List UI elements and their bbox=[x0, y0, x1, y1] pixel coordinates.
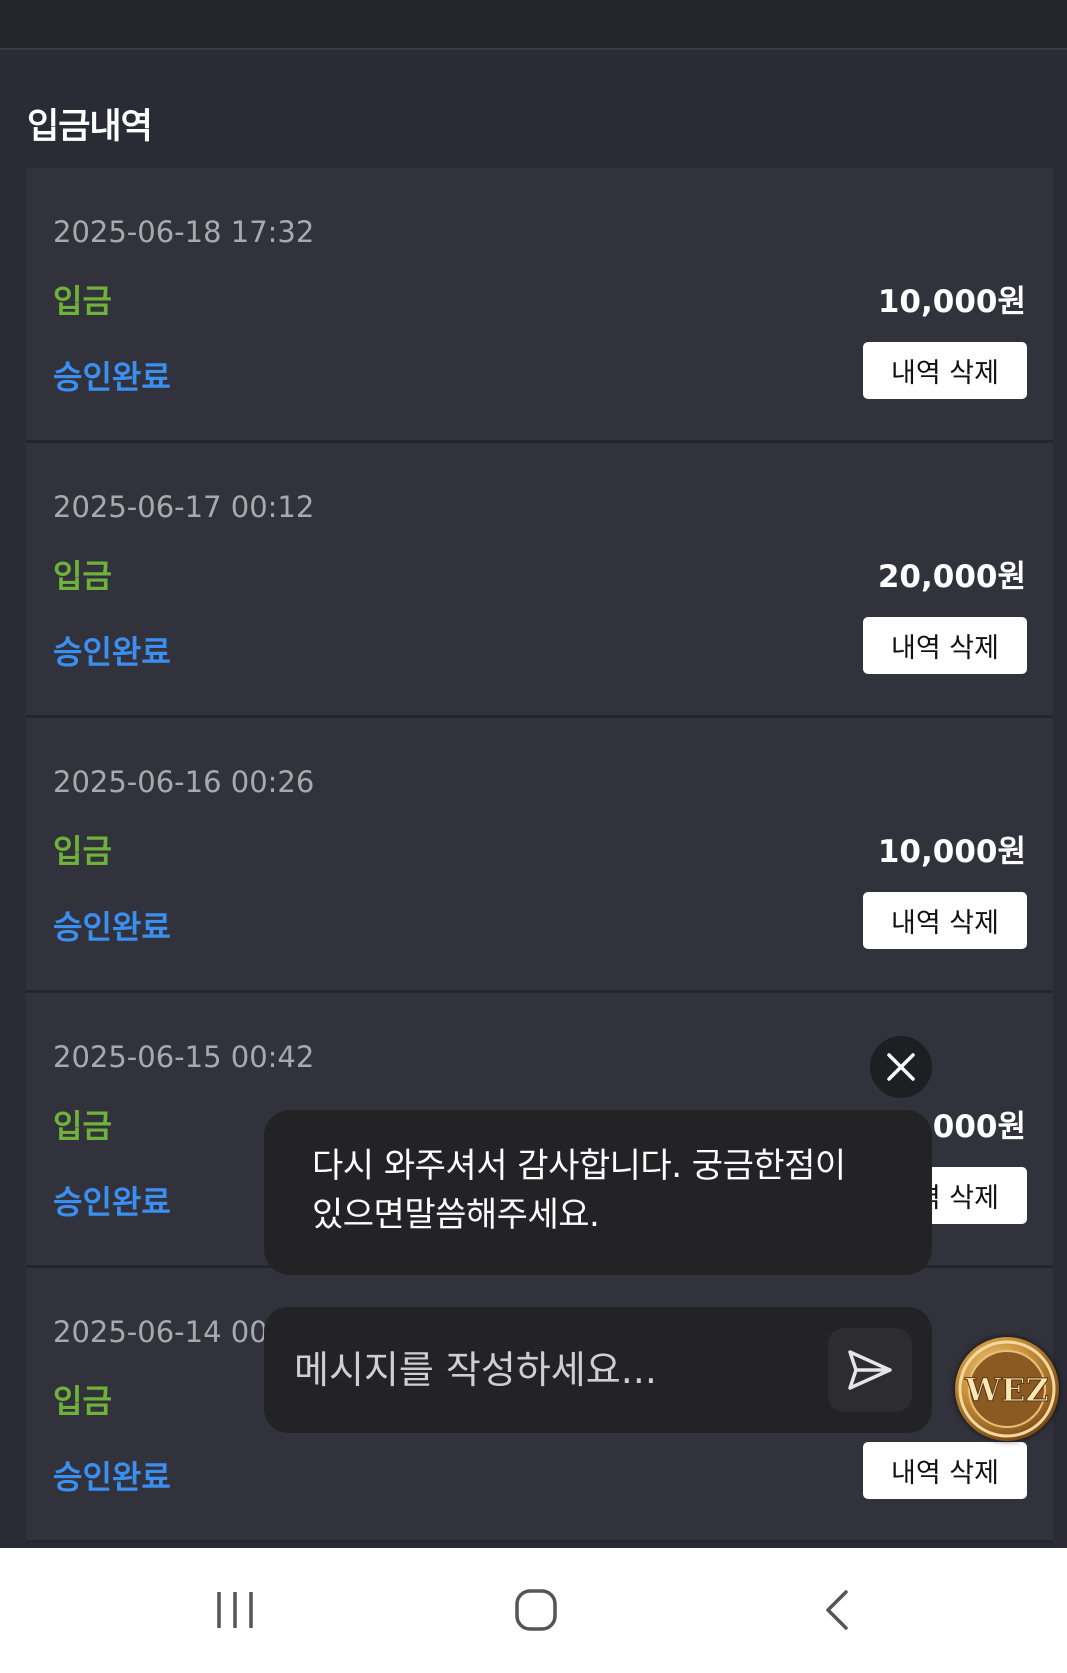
deposit-status: 승인완료 bbox=[53, 358, 171, 396]
deposit-amount: 20,000원 bbox=[877, 559, 1026, 595]
nav-home-button[interactable] bbox=[496, 1578, 576, 1642]
deposit-status: 승인완료 bbox=[53, 1458, 171, 1496]
deposit-card: 2025-06-18 17:32 입금 10,000원 승인완료 내역 삭제 bbox=[26, 168, 1053, 443]
deposit-amount: 10,000원 bbox=[877, 284, 1026, 320]
recents-icon bbox=[217, 1592, 253, 1628]
deposit-date: 2025-06-17 00:12 bbox=[53, 490, 315, 524]
deposit-date: 2025-06-14 00:1 bbox=[53, 1315, 296, 1349]
deposit-status: 승인완료 bbox=[53, 908, 171, 946]
chat-message-input[interactable] bbox=[294, 1333, 784, 1407]
deposit-type: 입금 bbox=[53, 832, 112, 870]
deposit-status: 승인완료 bbox=[53, 633, 171, 671]
delete-record-button[interactable]: 내역 삭제 bbox=[863, 342, 1027, 399]
home-icon bbox=[515, 1589, 557, 1631]
nav-recents-button[interactable] bbox=[195, 1578, 275, 1642]
deposit-date: 2025-06-18 17:32 bbox=[53, 215, 315, 249]
system-nav-bar bbox=[0, 1548, 1067, 1673]
deposit-type: 입금 bbox=[53, 282, 112, 320]
send-icon bbox=[848, 1350, 892, 1390]
wez-logo-icon: WEZ bbox=[958, 1340, 1056, 1438]
deposit-type: 입금 bbox=[53, 557, 112, 595]
close-icon bbox=[887, 1053, 915, 1081]
top-app-bar bbox=[0, 0, 1067, 50]
back-icon bbox=[826, 1590, 848, 1630]
delete-record-button[interactable]: 내역 삭제 bbox=[863, 1442, 1027, 1499]
deposit-date: 2025-06-15 00:42 bbox=[53, 1040, 315, 1074]
deposit-type: 입금 bbox=[53, 1382, 112, 1420]
chat-message-line: 다시 와주셔서 감사합니다. 궁금한점이 bbox=[312, 1146, 846, 1186]
chat-input-container bbox=[264, 1307, 932, 1433]
wez-logo-badge[interactable]: WEZ bbox=[955, 1337, 1059, 1441]
deposit-card: 2025-06-17 00:12 입금 20,000원 승인완료 내역 삭제 bbox=[26, 443, 1053, 718]
chat-send-button[interactable] bbox=[828, 1328, 912, 1412]
delete-record-button[interactable]: 내역 삭제 bbox=[863, 892, 1027, 949]
deposit-date: 2025-06-16 00:26 bbox=[53, 765, 315, 799]
chat-close-button[interactable] bbox=[870, 1036, 932, 1098]
deposit-status: 승인완료 bbox=[53, 1183, 171, 1221]
delete-record-button[interactable]: 내역 삭제 bbox=[863, 617, 1027, 674]
svg-text:WEZ: WEZ bbox=[964, 1371, 1049, 1409]
nav-back-button[interactable] bbox=[798, 1578, 878, 1642]
deposit-card: 2025-06-16 00:26 입금 10,000원 승인완료 내역 삭제 bbox=[26, 718, 1053, 993]
chat-message-line: 있으면말씀해주세요. bbox=[312, 1195, 600, 1235]
deposit-amount: 10,000원 bbox=[877, 834, 1026, 870]
deposit-type: 입금 bbox=[53, 1107, 112, 1145]
page-title: 입금내역 bbox=[27, 107, 153, 147]
chat-message-bubble: 다시 와주셔서 감사합니다. 궁금한점이 있으면말씀해주세요. bbox=[264, 1110, 932, 1275]
